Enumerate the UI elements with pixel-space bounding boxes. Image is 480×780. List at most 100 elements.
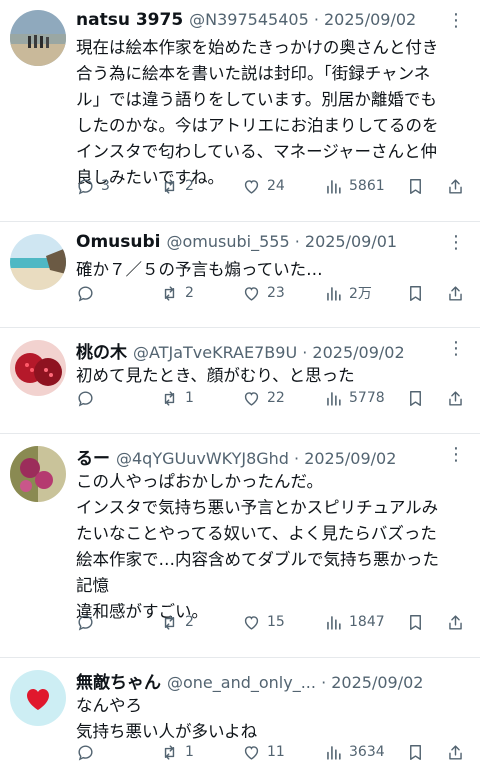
tweet-feed: natsu 3975 @N397545405 · 2025/09/02 ⋮ 現在… [0,0,480,780]
avatar-berries[interactable] [10,446,66,502]
retweet-icon [164,390,175,406]
tweet[interactable]: Omusubi @omusubi_555 · 2025/09/01 ⋮ 確か７／… [0,222,480,328]
views-chart-icon [327,179,341,194]
reply-icon [78,390,93,407]
reply-button[interactable] [76,389,101,408]
tweet-text: 確か７／５の予言も煽っていた… [76,260,323,279]
views-chart-icon [327,745,341,760]
reply-button[interactable] [76,613,101,632]
share-icon [449,744,462,760]
retweet-button[interactable]: 2 [160,284,194,303]
share-icon [449,614,462,630]
bookmark-button[interactable] [406,177,425,196]
retweet-count: 2 [185,285,194,301]
handle-date[interactable]: @omusubi_555 · 2025/09/01 [167,232,398,251]
retweet-button[interactable]: 2 [160,177,194,196]
display-name[interactable]: 無敵ちゃん [76,668,161,693]
tweet[interactable]: 無敵ちゃん @one_and_only_... · 2025/09/02 なんや… [0,658,480,780]
more-options-icon[interactable]: ⋮ [447,10,466,31]
handle-date[interactable]: @one_and_only_... · 2025/09/02 [167,673,423,692]
views-button[interactable]: 5861 [324,177,385,196]
share-icon [449,178,462,194]
views-button[interactable]: 1847 [324,613,385,632]
handle-date[interactable]: @ATJaTveKRAE7B9U · 2025/09/02 [133,343,405,362]
tweet[interactable]: るー @4qYGUuvWKYJ8Ghd · 2025/09/02 ⋮ この人やっ… [0,434,480,658]
view-count: 3634 [349,744,385,760]
retweet-button[interactable]: 1 [160,743,194,762]
retweet-icon [164,614,175,630]
bookmark-icon [410,178,421,194]
heart-icon [244,286,259,301]
views-button[interactable]: 3634 [324,743,385,762]
retweet-count: 2 [185,614,194,630]
bookmark-button[interactable] [406,284,425,303]
retweet-icon [164,285,175,301]
reply-button[interactable] [76,743,101,762]
heart-icon [244,615,259,630]
like-count: 22 [267,390,285,406]
share-icon [449,390,462,406]
share-button[interactable] [446,284,465,303]
tweet-text: 初めて見たとき、顔がむり、と思った [76,366,355,385]
display-name[interactable]: るー [76,444,110,469]
reply-icon [78,178,93,195]
avatar-beach[interactable] [10,234,66,290]
avatar-heart[interactable] [10,670,66,726]
retweet-button[interactable]: 1 [160,389,194,408]
like-button[interactable]: 15 [242,613,285,632]
views-chart-icon [327,615,341,630]
avatar-beach-people[interactable] [10,10,66,66]
tweet-text: なんやろ 気持ち悪い人が多いよね [76,696,258,741]
reply-icon [78,744,93,761]
views-button[interactable]: 2万 [324,283,372,303]
bookmark-icon [410,744,421,760]
bookmark-button[interactable] [406,743,425,762]
retweet-icon [164,178,175,194]
bookmark-icon [410,614,421,630]
display-name[interactable]: Omusubi [76,232,161,252]
views-chart-icon [327,391,341,406]
avatar-pomegranate[interactable] [10,340,66,396]
tweet-text: 現在は絵本作家を始めたきっかけの奥さんと付き 合う為に絵本を書いた説は封印。「街… [76,38,439,187]
bookmark-icon [410,390,421,406]
retweet-icon [164,744,175,760]
like-button[interactable]: 22 [242,389,285,408]
share-button[interactable] [446,743,465,762]
share-button[interactable] [446,177,465,196]
tweet[interactable]: natsu 3975 @N397545405 · 2025/09/02 ⋮ 現在… [0,0,480,222]
handle-date[interactable]: @N397545405 · 2025/09/02 [189,10,416,29]
like-button[interactable]: 11 [242,743,285,762]
like-button[interactable]: 23 [242,284,285,303]
retweet-button[interactable]: 2 [160,613,194,632]
like-button[interactable]: 24 [242,177,285,196]
share-button[interactable] [446,389,465,408]
bookmark-button[interactable] [406,613,425,632]
views-chart-icon [327,286,341,301]
bookmark-icon [410,285,421,301]
retweet-count: 1 [185,390,194,406]
more-options-icon[interactable]: ⋮ [447,232,466,253]
bookmark-button[interactable] [406,389,425,408]
like-count: 15 [267,614,285,630]
share-icon [449,285,462,301]
handle-date[interactable]: @4qYGUuvWKYJ8Ghd · 2025/09/02 [116,449,396,468]
heart-icon [244,179,259,194]
heart-icon [244,391,259,406]
display-name[interactable]: 桃の木 [76,338,127,363]
display-name[interactable]: natsu 3975 [76,10,183,30]
tweet[interactable]: 桃の木 @ATJaTveKRAE7B9U · 2025/09/02 ⋮ 初めて見… [0,328,480,434]
retweet-count: 1 [185,744,194,760]
reply-icon [78,285,93,302]
reply-button[interactable]: 3 [76,177,110,196]
share-button[interactable] [446,613,465,632]
view-count: 5778 [349,390,385,406]
views-button[interactable]: 5778 [324,389,385,408]
more-options-icon[interactable]: ⋮ [447,338,466,359]
like-count: 11 [267,744,285,760]
reply-count: 3 [101,178,110,194]
view-count: 5861 [349,178,385,194]
like-count: 24 [267,178,285,194]
reply-button[interactable] [76,284,101,303]
view-count: 1847 [349,614,385,630]
more-options-icon[interactable]: ⋮ [447,444,466,465]
